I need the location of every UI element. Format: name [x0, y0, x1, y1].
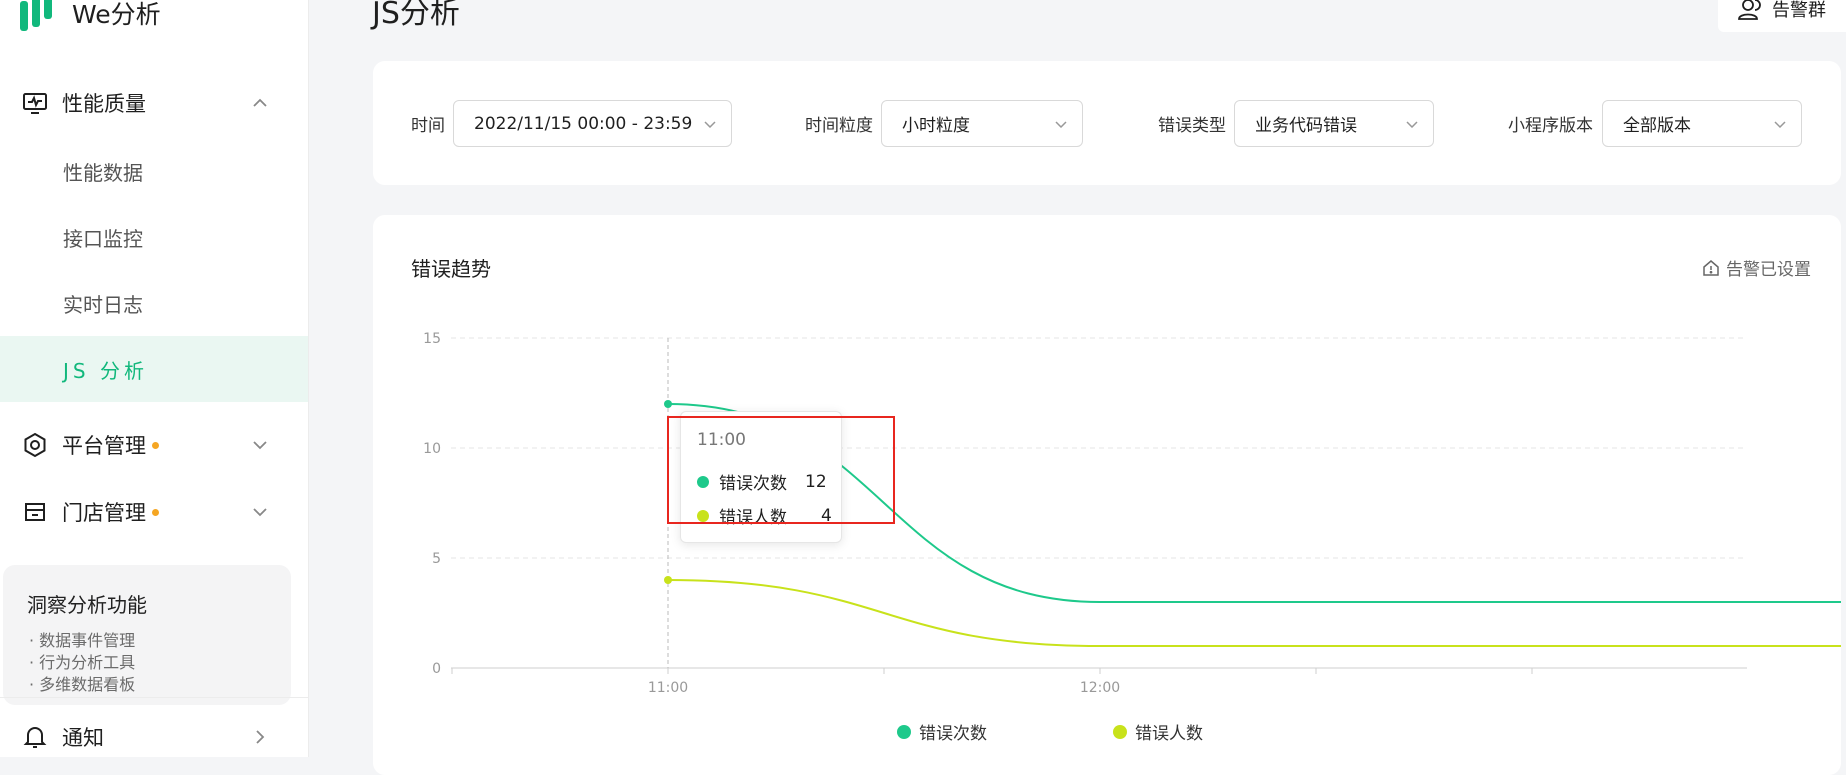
menu-label: 门店管理 [62, 501, 146, 525]
menu-store-management[interactable]: 门店管理 [0, 482, 308, 542]
insight-card[interactable]: 洞察分析功能 · 数据事件管理 · 行为分析工具 · 多维数据看板 [3, 565, 291, 705]
series-line [667, 403, 1841, 603]
version-select[interactable]: 全部版本 [1602, 100, 1802, 147]
legend-item[interactable]: 错误人数 [1113, 719, 1203, 744]
menu-label: 性能质量 [62, 92, 146, 116]
tooltip-series-value: 4 [821, 505, 832, 526]
tooltip-title: 11:00 [697, 430, 746, 450]
y-tick-label: 10 [423, 441, 441, 457]
legend-dot [897, 724, 911, 739]
error-type-select[interactable]: 业务代码错误 [1234, 100, 1434, 147]
x-tick-label: 11:00 [648, 680, 688, 696]
brand[interactable]: We分析 [20, 0, 161, 34]
menu-performance-quality[interactable]: 性能质量 [0, 73, 308, 133]
tooltip-row: 错误人数 4 [697, 503, 832, 528]
filter-card: 时间 2022/11/15 00:00 - 23:59 时间粒度 小时粒度 错误… [373, 61, 1841, 185]
series-line [667, 579, 1841, 648]
chevron-up-icon [253, 98, 267, 107]
tooltip-series-name: 错误人数 [719, 508, 787, 528]
divider [0, 697, 308, 698]
granularity-select[interactable]: 小时粒度 [881, 100, 1083, 147]
time-range-select[interactable]: 2022/11/15 00:00 - 23:59 [453, 100, 732, 147]
chevron-down-icon [1774, 121, 1786, 129]
insight-line: · 行为分析工具 [29, 653, 136, 672]
x-tick-label: 12:00 [1080, 680, 1120, 696]
brand-name: We分析 [72, 0, 161, 29]
legend-dot [1113, 724, 1127, 739]
y-tick-label: 5 [432, 551, 441, 567]
insight-line: · 数据事件管理 [29, 631, 136, 650]
chevron-down-icon [253, 508, 267, 517]
legend-label: 错误人数 [1135, 724, 1203, 744]
page-title: JS分析 [372, 0, 460, 31]
logo-icon [20, 0, 52, 31]
version-value: 全部版本 [1623, 116, 1691, 136]
users-icon [1738, 0, 1761, 20]
filter-granularity-label: 时间粒度 [805, 115, 873, 136]
error-type-value: 业务代码错误 [1255, 116, 1357, 136]
chevron-down-icon [1055, 121, 1067, 129]
chevron-right-icon [256, 730, 265, 744]
chevron-down-icon [704, 121, 716, 129]
series-point [664, 400, 672, 408]
sidebar-item-performance-data[interactable]: 性能数据 [0, 138, 308, 204]
alert-group-button[interactable]: 告警群 [1718, 0, 1846, 32]
chevron-down-icon [253, 441, 267, 450]
alert-group-label: 告警群 [1772, 0, 1826, 21]
y-tick-label: 0 [432, 661, 441, 677]
filter-version-label: 小程序版本 [1508, 115, 1593, 136]
insight-title: 洞察分析功能 [27, 593, 147, 617]
menu-label: 平台管理 [62, 434, 146, 458]
insight-line: · 多维数据看板 [29, 675, 136, 694]
menu-notify[interactable]: 通知 [0, 707, 308, 767]
tooltip-row: 错误次数 12 [697, 469, 827, 494]
badge-dot [152, 508, 159, 516]
filter-time-label: 时间 [411, 115, 445, 136]
sidebar: We分析 性能质量 性能数据 接口监控 实时日志 JS 分析 平台管理 门店管理… [0, 0, 309, 757]
series-dot [697, 509, 709, 522]
error-trend-chart[interactable]: 05101511:0012:0014:00 [373, 215, 1841, 715]
filter-error-type-label: 错误类型 [1158, 115, 1226, 136]
chart-card: 错误趋势 告警已设置 05101511:0012:0014:00 错误次数错误人… [373, 215, 1841, 775]
store-icon [25, 503, 45, 521]
sidebar-item-js-analysis[interactable]: JS 分析 [0, 336, 308, 402]
legend-label: 错误次数 [919, 724, 987, 744]
series-dot [697, 475, 709, 488]
series-point [664, 576, 672, 584]
chevron-down-icon [1406, 121, 1418, 129]
bell-icon [23, 727, 47, 748]
y-tick-label: 15 [423, 331, 441, 347]
time-range-value: 2022/11/15 00:00 - 23:59 [474, 113, 693, 134]
menu-label: 通知 [62, 726, 104, 750]
granularity-value: 小时粒度 [902, 116, 970, 136]
sidebar-item-api-monitor[interactable]: 接口监控 [0, 204, 308, 270]
hexagon-settings-icon [24, 432, 46, 458]
chart-tooltip: 11:00 错误次数 12 错误人数 4 [680, 411, 842, 543]
monitor-pulse-icon [23, 93, 47, 114]
tooltip-series-value: 12 [805, 471, 827, 492]
tooltip-series-name: 错误次数 [719, 474, 787, 494]
menu-platform-management[interactable]: 平台管理 [0, 415, 308, 475]
badge-dot [152, 441, 159, 449]
sidebar-item-realtime-log[interactable]: 实时日志 [0, 270, 308, 336]
legend-item[interactable]: 错误次数 [897, 719, 987, 744]
